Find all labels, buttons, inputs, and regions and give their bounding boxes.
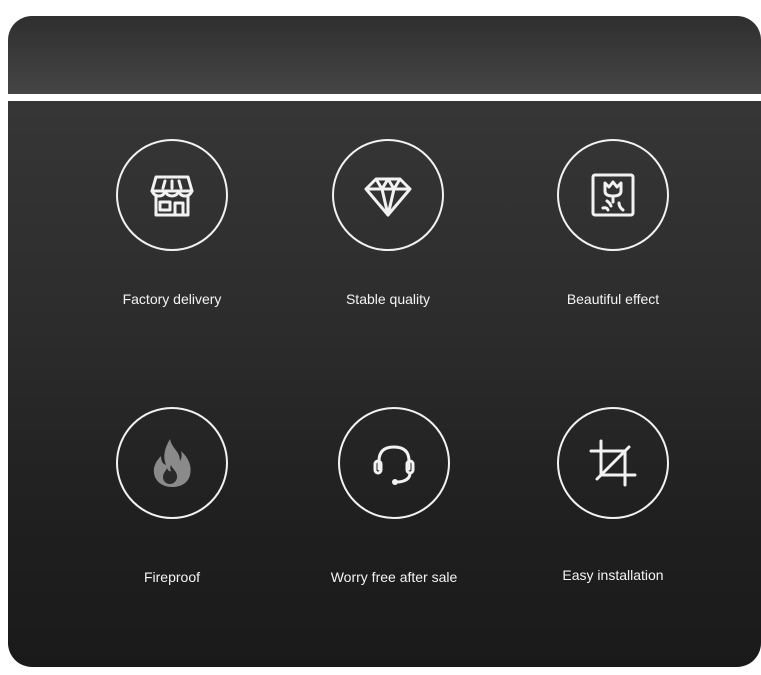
headset-icon <box>373 445 415 485</box>
beautiful-effect-label: Beautiful effect <box>566 291 660 307</box>
storefront-icon <box>150 175 194 217</box>
feature-stable-quality: Stable quality <box>268 139 508 307</box>
worry-free-after-sale-circle <box>338 407 450 519</box>
feature-beautiful-effect: Beautiful effect <box>493 139 733 307</box>
feature-factory-delivery: Factory delivery <box>52 139 292 307</box>
feature-fireproof: Fireproof <box>52 407 292 585</box>
feature-easy-installation: Easy installation <box>493 407 733 583</box>
worry-free-after-sale-label: Worry free after sale <box>330 569 458 585</box>
easy-installation-circle <box>557 407 669 519</box>
feature-worry-free-after-sale: Worry free after sale <box>274 407 514 585</box>
factory-delivery-label: Factory delivery <box>122 291 222 307</box>
diamond-icon <box>364 177 412 217</box>
features-panel: Factory delivery Stable quality Beautifu <box>8 101 761 667</box>
beautiful-effect-circle <box>557 139 669 251</box>
crop-icon <box>589 439 637 487</box>
easy-installation-label: Easy installation <box>562 567 664 583</box>
fireproof-circle <box>116 407 228 519</box>
stable-quality-circle <box>332 139 444 251</box>
stable-quality-label: Stable quality <box>345 291 431 307</box>
fireproof-label: Fireproof <box>143 569 201 585</box>
factory-delivery-circle <box>116 139 228 251</box>
flame-icon <box>153 439 191 487</box>
flower-picture-icon <box>591 173 635 217</box>
top-banner <box>8 16 761 94</box>
